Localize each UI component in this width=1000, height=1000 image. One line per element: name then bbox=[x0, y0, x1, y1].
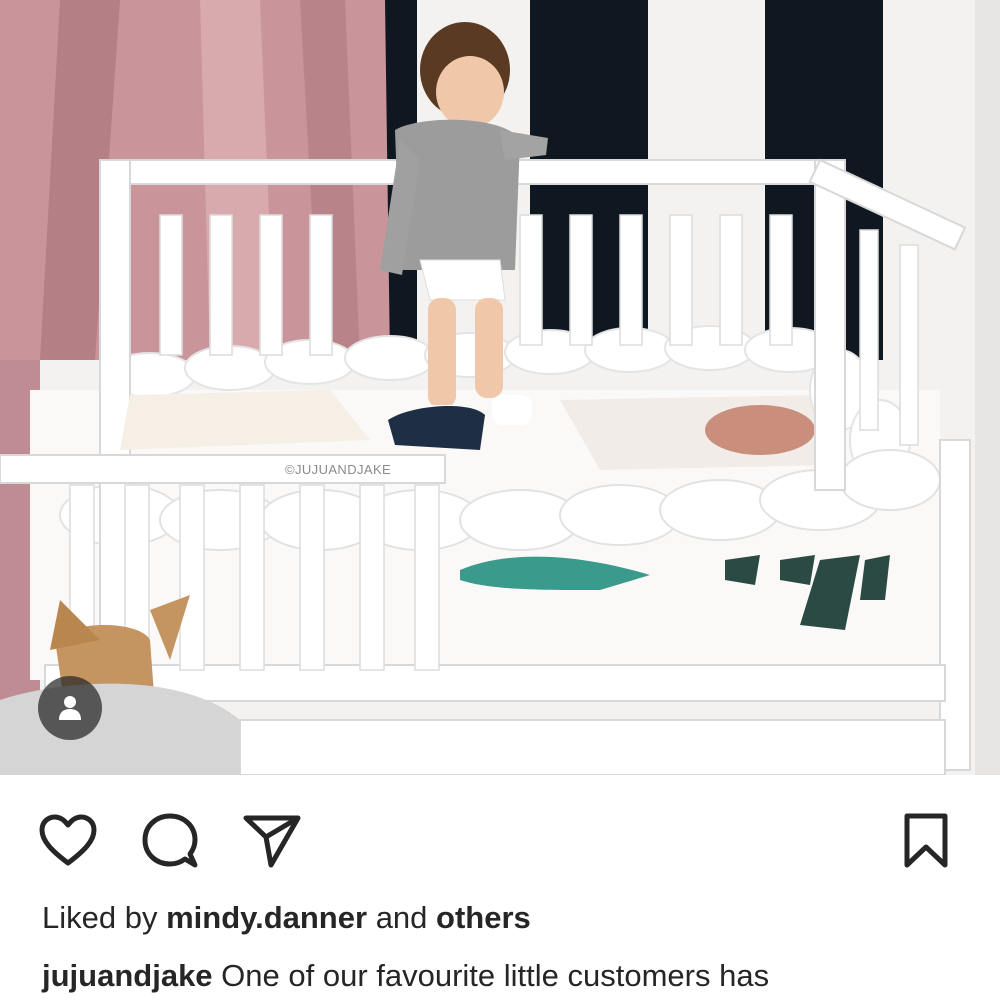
save-button[interactable] bbox=[894, 809, 958, 873]
likes-summary: Liked by mindy.danner and others bbox=[42, 898, 531, 938]
like-button[interactable] bbox=[36, 809, 100, 873]
comment-bubble-icon bbox=[142, 813, 198, 868]
instagram-post: ©JUJUANDJAKE Liked by mindy.danner and o… bbox=[0, 0, 1000, 1000]
likes-connector: and bbox=[375, 900, 428, 935]
post-caption: jujuandjake One of our favourite little … bbox=[42, 956, 769, 996]
post-photo-illustration: ©JUJUANDJAKE bbox=[0, 0, 1000, 775]
heart-outline-icon bbox=[39, 814, 97, 866]
paper-plane-icon bbox=[243, 815, 301, 868]
liker-username-link[interactable]: mindy.danner bbox=[166, 900, 367, 935]
caption-username-link[interactable]: jujuandjake bbox=[42, 958, 213, 993]
tag-people-button[interactable] bbox=[38, 676, 102, 740]
caption-text: One of our favourite little customers ha… bbox=[221, 958, 770, 993]
bookmark-outline-icon bbox=[904, 813, 948, 868]
photo-watermark: ©JUJUANDJAKE bbox=[285, 462, 391, 477]
likes-prefix: Liked by bbox=[42, 900, 158, 935]
comment-button[interactable] bbox=[138, 809, 202, 873]
user-tag-icon bbox=[59, 696, 81, 720]
likes-others-link[interactable]: others bbox=[436, 900, 531, 935]
post-photo[interactable]: ©JUJUANDJAKE bbox=[0, 0, 1000, 775]
share-button[interactable] bbox=[240, 809, 304, 873]
post-action-bar bbox=[0, 775, 1000, 900]
